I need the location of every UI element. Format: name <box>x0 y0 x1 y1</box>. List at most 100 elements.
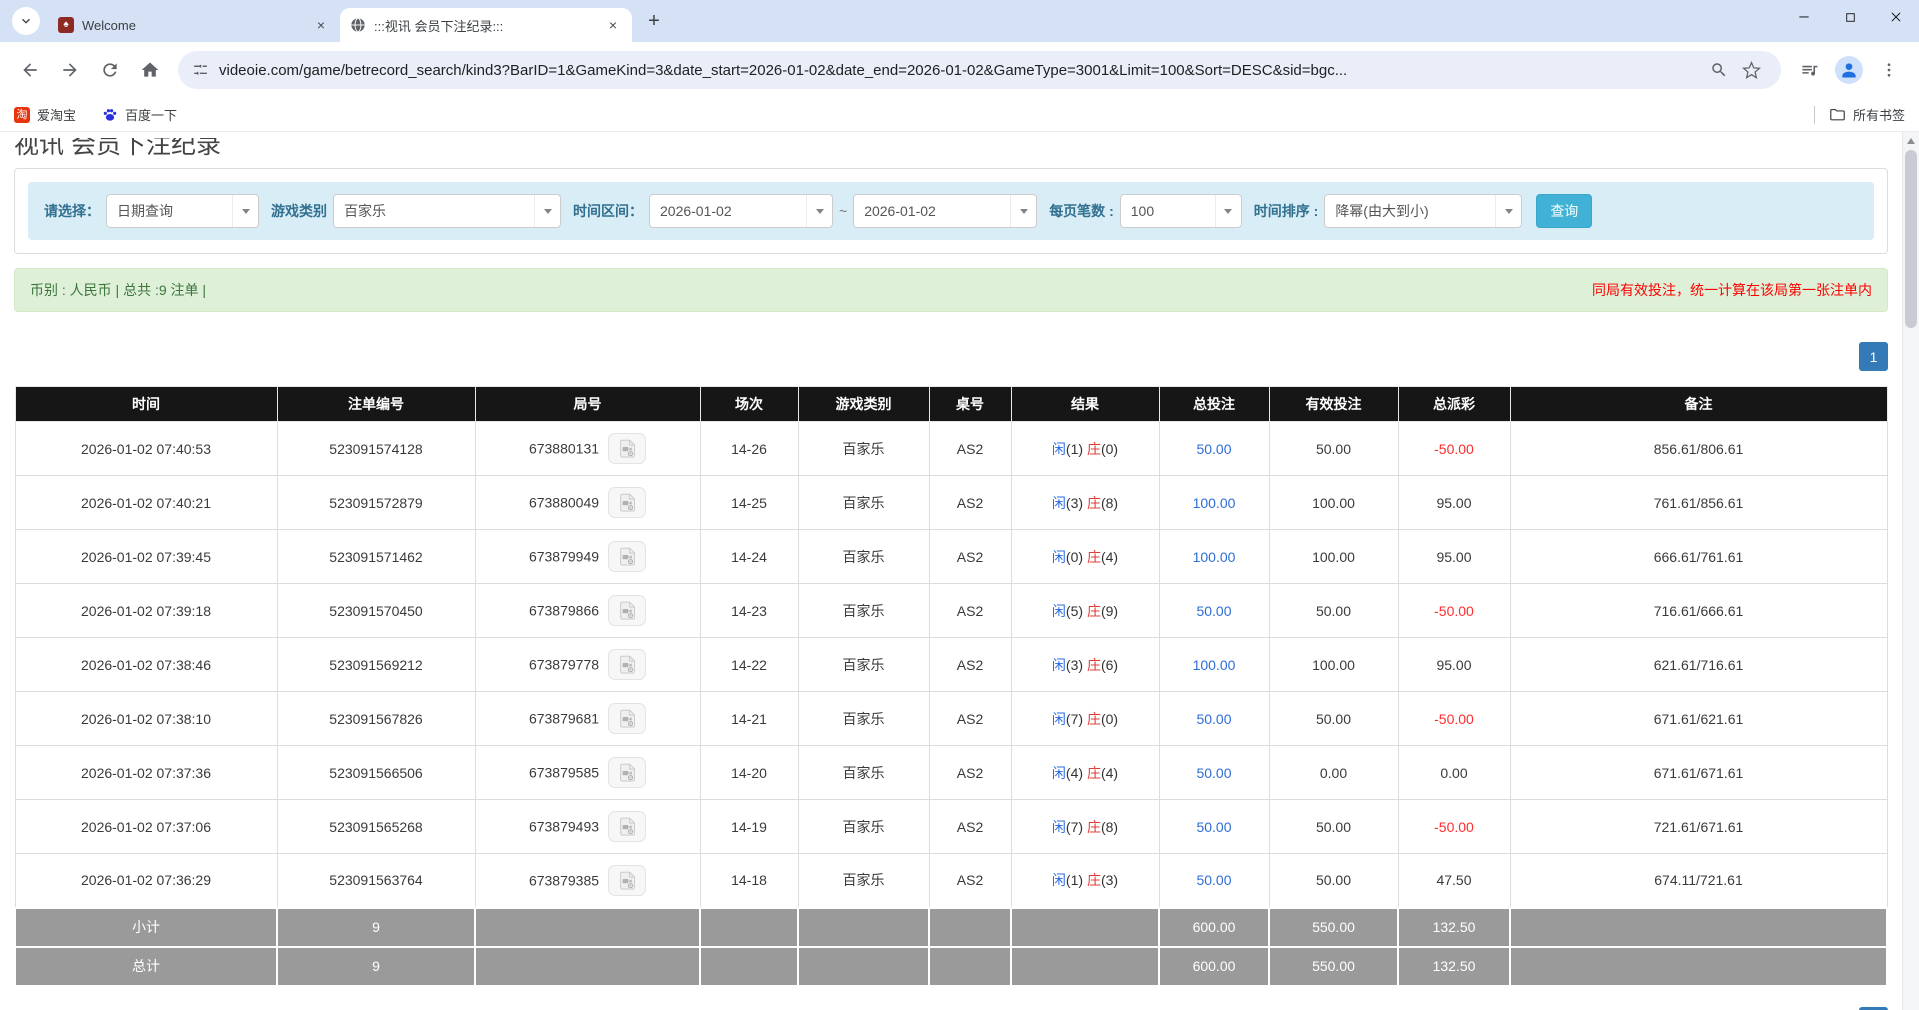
time-cell: 2026-01-02 07:38:46 <box>15 638 277 692</box>
video-replay-icon <box>617 870 638 891</box>
bottom-page-1-button[interactable]: 1 <box>1859 1007 1888 1010</box>
scrollbar-thumb[interactable] <box>1905 150 1917 328</box>
column-header: 桌号 <box>929 387 1011 422</box>
total-bet-link[interactable]: 50.00 <box>1196 711 1231 727</box>
tab-close-icon[interactable]: × <box>312 16 330 34</box>
round-number-cell: 673879681 <box>475 692 700 746</box>
filter-bar: 请选择： 日期查询 游戏类别 百家乐 时间区间： 2026-01-02 ~ 20… <box>28 182 1874 240</box>
minimize-icon <box>1797 10 1811 24</box>
summary-row: 小计9600.00550.00132.50 <box>15 908 1887 947</box>
back-arrow-icon <box>20 60 40 80</box>
magnifier-icon <box>1710 61 1728 79</box>
window-close-button[interactable] <box>1873 0 1919 34</box>
home-button[interactable] <box>130 50 170 90</box>
tab-title: :::视讯 会员下注纪录::: <box>374 16 604 35</box>
table-number-cell: AS2 <box>929 638 1011 692</box>
summary-label-cell: 总计 <box>15 947 277 986</box>
valid-bet-notice-text: 同局有效投注，统一计算在该局第一张注单内 <box>1592 280 1872 300</box>
back-button[interactable] <box>10 50 50 90</box>
video-replay-button[interactable] <box>608 811 646 842</box>
query-type-select[interactable]: 日期查询 <box>106 194 259 228</box>
time-cell: 2026-01-02 07:40:21 <box>15 476 277 530</box>
date-end-select[interactable]: 2026-01-02 <box>853 194 1037 228</box>
video-replay-icon <box>617 762 638 783</box>
video-replay-button[interactable] <box>608 595 646 626</box>
site-info-icon[interactable] <box>192 62 209 79</box>
search-button[interactable]: 查询 <box>1536 194 1592 228</box>
result-cell: 闲(5) 庄(9) <box>1011 584 1159 638</box>
window-minimize-button[interactable] <box>1781 0 1827 34</box>
game-type-select[interactable]: 百家乐 <box>333 194 561 228</box>
total-bet-link[interactable]: 100.00 <box>1193 495 1236 511</box>
result-cell: 闲(3) 庄(8) <box>1011 476 1159 530</box>
column-header: 结果 <box>1011 387 1159 422</box>
total-bet-link[interactable]: 50.00 <box>1196 441 1231 457</box>
time-cell: 2026-01-02 07:36:29 <box>15 854 277 908</box>
video-replay-button[interactable] <box>608 487 646 518</box>
sort-order-select[interactable]: 降幂(由大到小) <box>1324 194 1522 228</box>
total-bet-cell: 100.00 <box>1159 638 1269 692</box>
total-bet-link[interactable]: 50.00 <box>1196 603 1231 619</box>
all-bookmarks-button[interactable]: 所有书签 <box>1829 105 1905 124</box>
bet-number-cell: 523091570450 <box>277 584 475 638</box>
video-replay-button[interactable] <box>608 757 646 788</box>
star-icon <box>1742 61 1761 80</box>
sort-order-value: 降幂(由大到小) <box>1325 201 1495 221</box>
window-maximize-button[interactable] <box>1827 0 1873 34</box>
reload-button[interactable] <box>90 50 130 90</box>
address-bar[interactable]: videoie.com/game/betrecord_search/kind3?… <box>178 51 1781 89</box>
bet-number-cell: 523091569212 <box>277 638 475 692</box>
valid-bet-cell: 100.00 <box>1269 638 1398 692</box>
tab-bet-records[interactable]: :::视讯 会员下注纪录::: × <box>340 8 632 42</box>
video-replay-button[interactable] <box>608 433 646 464</box>
tab-close-icon[interactable]: × <box>604 16 622 34</box>
profile-button[interactable] <box>1829 50 1869 90</box>
video-replay-button[interactable] <box>608 541 646 572</box>
session-cell: 14-20 <box>700 746 798 800</box>
page-scrollbar[interactable] <box>1902 132 1919 1010</box>
tab-welcome[interactable]: ♠ Welcome × <box>48 8 340 42</box>
close-icon <box>1889 10 1903 24</box>
video-replay-button[interactable] <box>608 703 646 734</box>
browser-menu-button[interactable] <box>1869 50 1909 90</box>
zoom-button[interactable] <box>1703 54 1735 86</box>
game-type-cell: 百家乐 <box>798 800 929 854</box>
new-tab-button[interactable]: + <box>640 7 668 35</box>
tab-search-button[interactable] <box>12 7 40 35</box>
filter-label-query-type: 请选择： <box>44 201 100 221</box>
chevron-down-icon <box>1215 195 1241 227</box>
video-replay-button[interactable] <box>608 649 646 680</box>
game-type-cell: 百家乐 <box>798 530 929 584</box>
page-1-button[interactable]: 1 <box>1859 342 1888 371</box>
remark-cell: 721.61/671.61 <box>1510 800 1887 854</box>
total-bet-link[interactable]: 50.00 <box>1196 765 1231 781</box>
total-bet-link[interactable]: 100.00 <box>1193 549 1236 565</box>
bookmark-baidu[interactable]: 百度一下 <box>102 105 177 124</box>
table-row: 2026-01-02 07:37:06523091565268673879493… <box>15 800 1887 854</box>
bookmark-star-button[interactable] <box>1735 54 1767 86</box>
bookmark-label: 百度一下 <box>125 105 177 124</box>
per-page-select[interactable]: 100 <box>1120 194 1242 228</box>
video-replay-button[interactable] <box>608 865 646 896</box>
total-bet-link[interactable]: 100.00 <box>1193 657 1236 673</box>
scrollbar-up-arrow-icon[interactable] <box>1907 138 1915 144</box>
table-row: 2026-01-02 07:40:21523091572879673880049… <box>15 476 1887 530</box>
total-bet-link[interactable]: 50.00 <box>1196 819 1231 835</box>
summary-payout-cell: 132.50 <box>1398 947 1510 986</box>
table-number-cell: AS2 <box>929 476 1011 530</box>
round-number-cell: 673879585 <box>475 746 700 800</box>
total-bet-link[interactable]: 50.00 <box>1196 872 1231 888</box>
url-text[interactable]: videoie.com/game/betrecord_search/kind3?… <box>219 62 1703 79</box>
media-controls-button[interactable] <box>1789 50 1829 90</box>
table-row: 2026-01-02 07:36:29523091563764673879385… <box>15 854 1887 908</box>
forward-button[interactable] <box>50 50 90 90</box>
filter-label-date-range: 时间区间： <box>573 201 643 221</box>
date-start-select[interactable]: 2026-01-02 <box>649 194 833 228</box>
round-number-cell: 673880049 <box>475 476 700 530</box>
session-cell: 14-24 <box>700 530 798 584</box>
summary-row: 总计9600.00550.00132.50 <box>15 947 1887 986</box>
filter-label-game-type: 游戏类别 <box>271 201 327 221</box>
bookmark-aitaobao[interactable]: 淘 爱淘宝 <box>14 105 76 124</box>
pagination-top: 1 <box>14 342 1888 371</box>
home-icon <box>140 60 160 80</box>
